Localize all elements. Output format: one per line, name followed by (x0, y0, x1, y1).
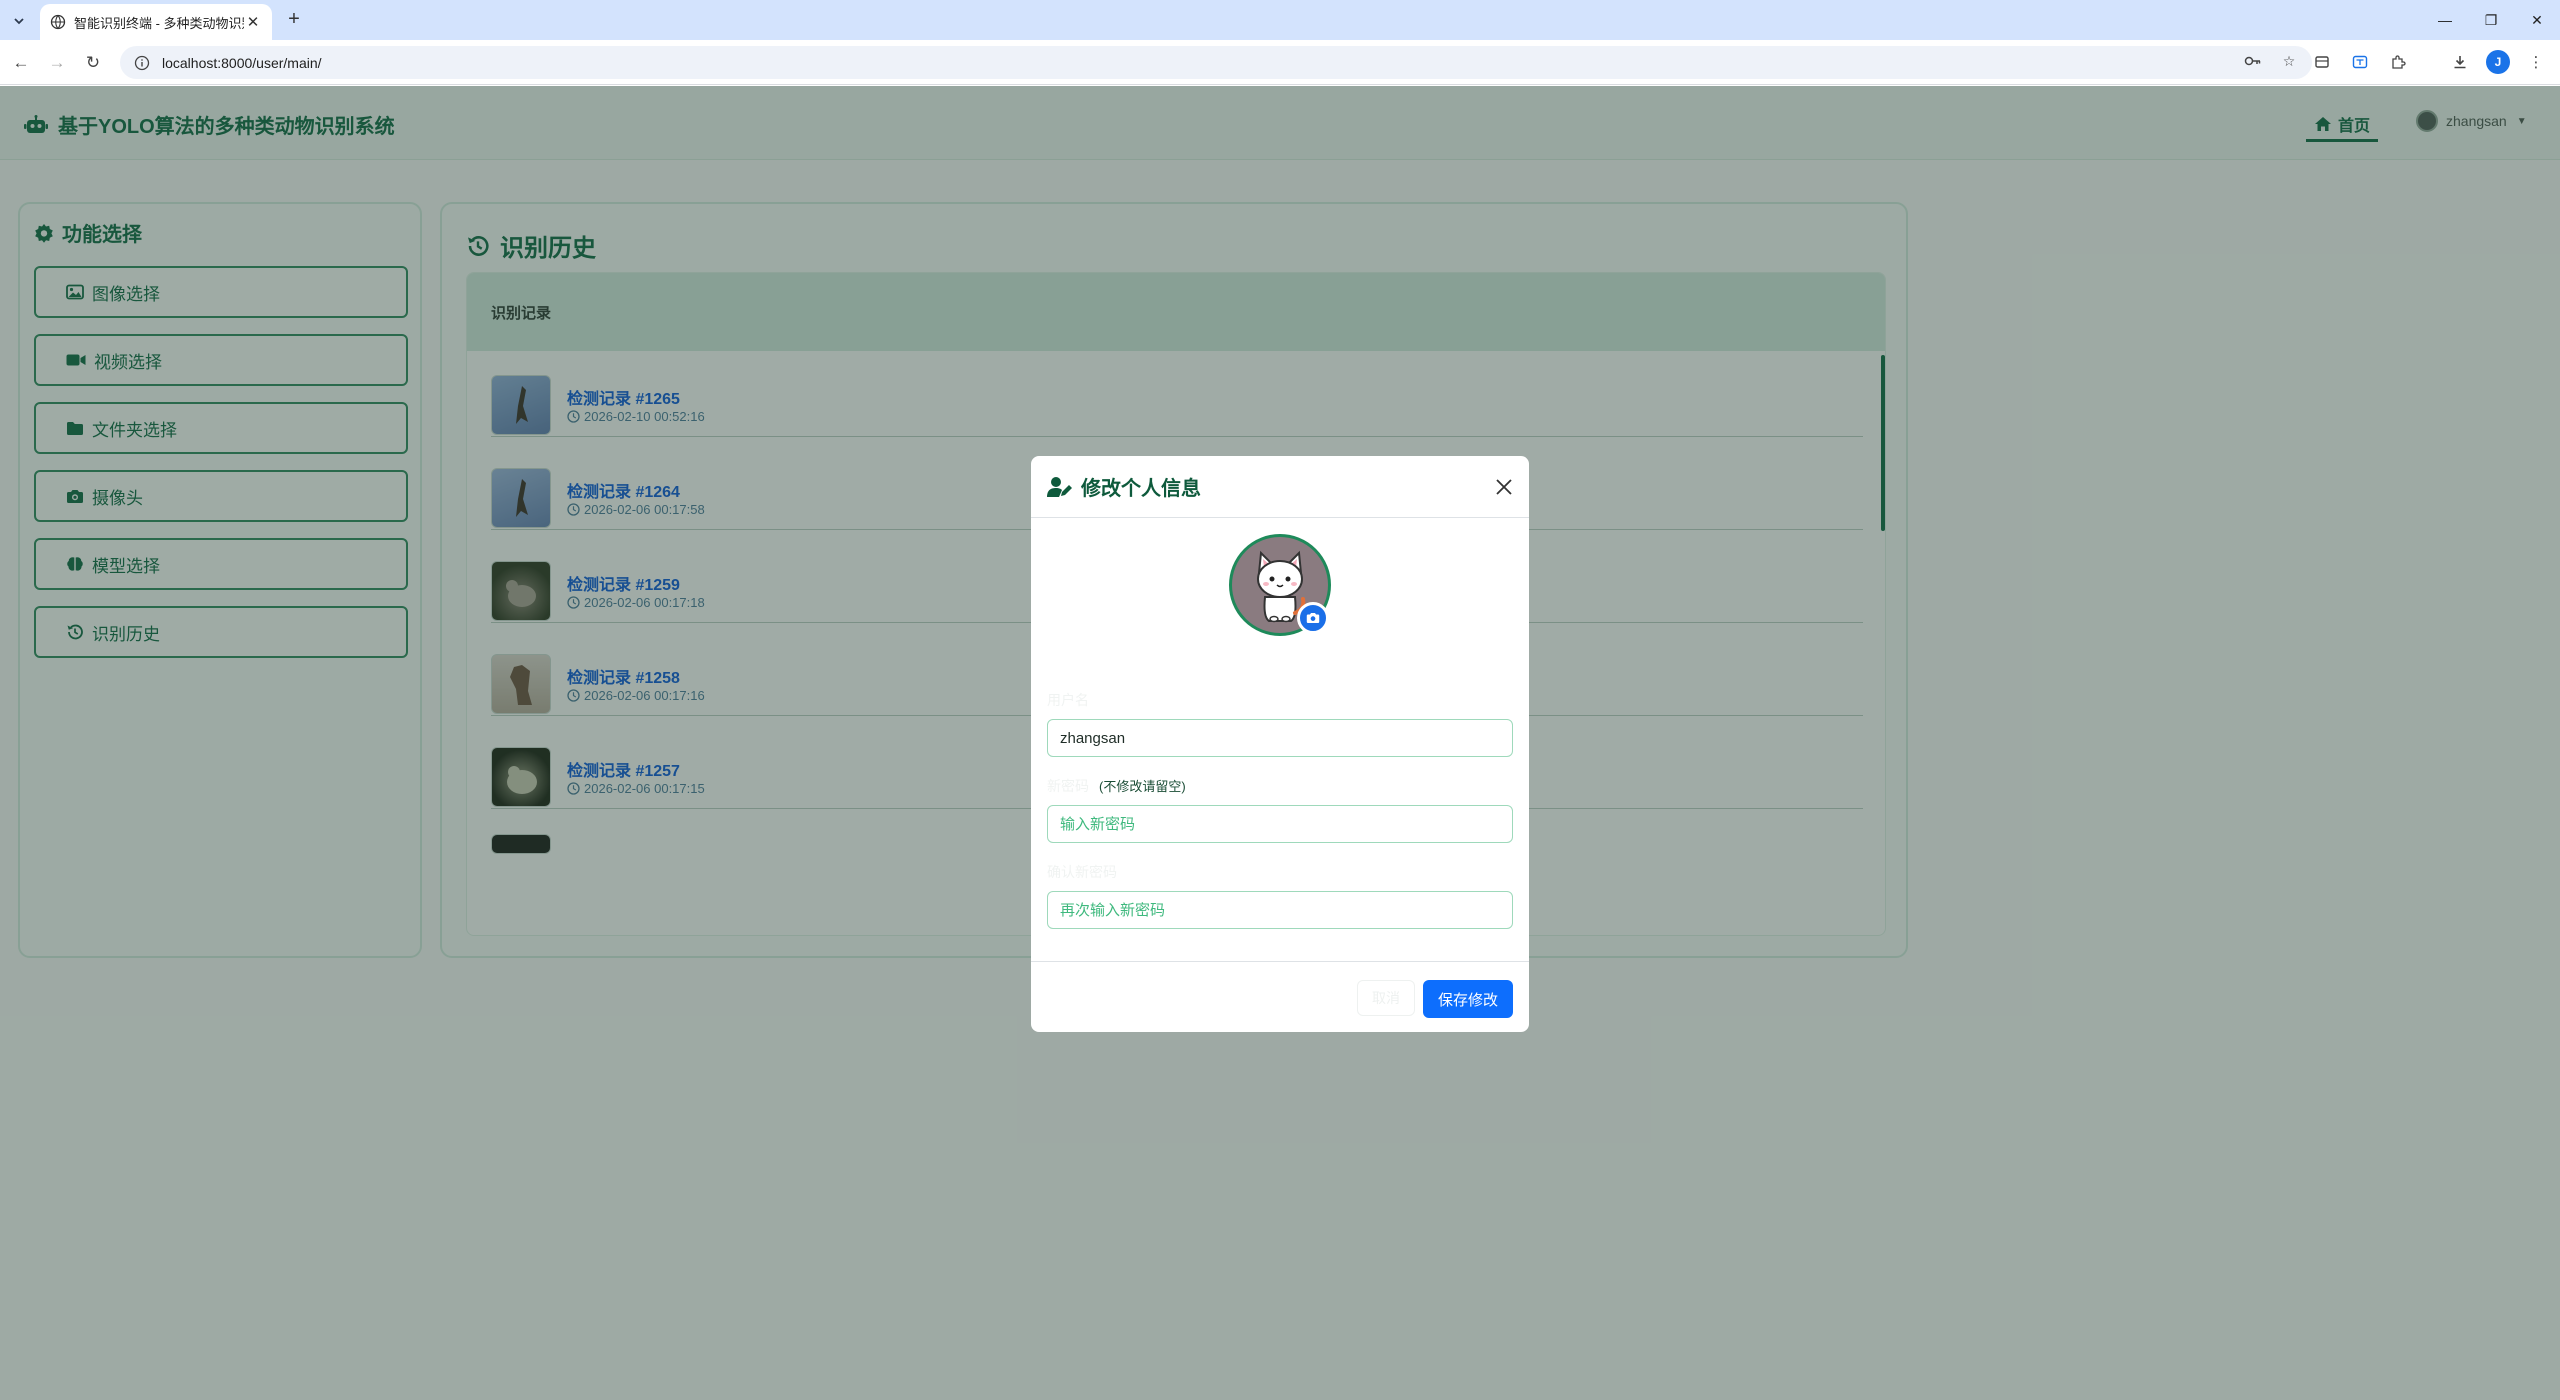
translate-icon[interactable] (2348, 50, 2372, 74)
forward-icon[interactable]: → (44, 50, 70, 76)
window-controls: — ❐ ✕ (2422, 0, 2560, 40)
user-edit-icon (1047, 476, 1072, 497)
confirm-password-field[interactable] (1047, 891, 1513, 929)
address-bar[interactable]: localhost:8000/user/main/ ☆ (120, 46, 2312, 79)
close-icon[interactable] (1491, 474, 1517, 500)
cancel-button[interactable]: 取消 (1357, 980, 1415, 1016)
profile-icon[interactable]: J (2486, 50, 2510, 74)
restore-icon[interactable]: ❐ (2468, 0, 2514, 40)
tab-search-icon[interactable] (8, 10, 30, 32)
browser-tabstrip: 智能识别终端 - 多种类动物识别 ✕ + — ❐ ✕ (0, 0, 2560, 40)
browser-toolbar: ← → ↻ localhost:8000/user/main/ ☆ J ⋮ (0, 40, 2560, 85)
modal-title: 修改个人信息 (1081, 478, 1201, 500)
minimize-icon[interactable]: — (2422, 0, 2468, 40)
username-field[interactable] (1047, 719, 1513, 757)
close-icon[interactable]: ✕ (244, 13, 262, 31)
star-icon[interactable]: ☆ (2278, 50, 2300, 72)
confirm-password-label: 确认新密码 (1047, 864, 1117, 880)
url-text[interactable]: localhost:8000/user/main/ (162, 55, 322, 71)
edit-profile-modal: 修改个人信息 用户名 zhangsan 新密码 (不修改请留空) 确认新密码 取… (1031, 456, 1529, 1032)
media-icon[interactable] (2310, 50, 2334, 74)
close-icon[interactable]: ✕ (2514, 0, 2560, 40)
browser-tab[interactable]: 智能识别终端 - 多种类动物识别 ✕ (40, 4, 272, 40)
globe-icon (50, 14, 66, 30)
plus-icon[interactable]: + (282, 8, 306, 32)
camera-icon[interactable] (1297, 602, 1329, 634)
extensions-icon[interactable] (2386, 50, 2410, 74)
avatar-upload[interactable] (1229, 534, 1331, 636)
modal-header: 修改个人信息 (1031, 456, 1529, 518)
save-button[interactable]: 保存修改 (1423, 980, 1513, 1018)
password-label: 新密码 (1047, 778, 1089, 794)
tab-title: 智能识别终端 - 多种类动物识别 (74, 15, 244, 31)
username-label: 用户名 (1047, 692, 1089, 708)
download-icon[interactable] (2448, 50, 2472, 74)
key-icon[interactable] (2242, 50, 2264, 72)
new-password-field[interactable] (1047, 805, 1513, 843)
info-icon[interactable] (134, 55, 150, 71)
modal-footer-divider (1031, 961, 1529, 962)
reload-icon[interactable]: ↻ (80, 50, 106, 76)
back-icon[interactable]: ← (8, 50, 34, 76)
more-icon[interactable]: ⋮ (2524, 50, 2548, 74)
password-hint: (不修改请留空) (1099, 779, 1186, 794)
